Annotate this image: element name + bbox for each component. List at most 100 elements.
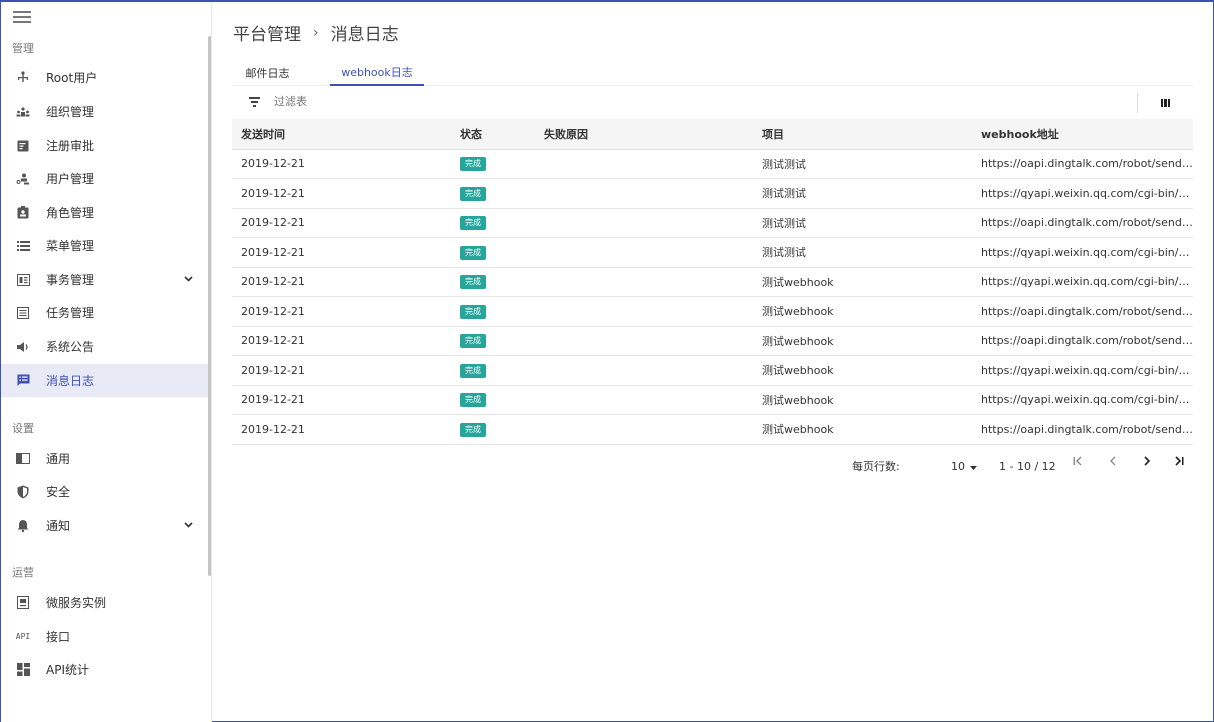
- first-page-icon[interactable]: [1072, 455, 1084, 471]
- cell-failure-reason: [535, 414, 753, 445]
- cell-project: 测试webhook: [753, 267, 972, 297]
- column-settings-icon[interactable]: [1161, 99, 1170, 107]
- filter-input[interactable]: [274, 95, 474, 108]
- cell-project: 测试webhook: [753, 355, 972, 386]
- sidebar-item-general[interactable]: 通用: [1, 442, 208, 475]
- toolbar-divider: [1137, 93, 1138, 113]
- table-row[interactable]: 2019-12-21 完成 测试测试 https://oapi.dingtalk.co…: [232, 208, 1193, 238]
- next-page-icon[interactable]: [1141, 455, 1153, 471]
- filter-icon[interactable]: [248, 97, 260, 109]
- bell-icon: [15, 518, 31, 534]
- sidebar-item-system-announcement[interactable]: 系统公告: [1, 330, 208, 363]
- cell-status: 完成: [451, 208, 535, 238]
- status-badge: 完成: [460, 275, 486, 290]
- cell-project: 测试测试: [753, 149, 972, 179]
- sidebar-item-registration-approval[interactable]: 注册审批: [1, 129, 208, 162]
- cell-failure-reason: [535, 267, 753, 297]
- cell-webhook-url: https://qyapi.weixin.qq.com/cgi-bin/we..…: [972, 385, 1193, 415]
- status-badge: 完成: [460, 304, 486, 319]
- table-row[interactable]: 2019-12-21 完成 测试webhook https://oapi.dingta…: [232, 326, 1193, 356]
- sidebar-item-transaction-management[interactable]: 事务管理: [1, 263, 208, 296]
- sidebar-item-message-log[interactable]: 消息日志: [1, 364, 208, 397]
- sidebar-item-user-management[interactable]: 用户管理: [1, 162, 208, 195]
- tab-email-log[interactable]: 邮件日志: [232, 60, 303, 86]
- sidebar-item-root-user[interactable]: Root用户: [1, 61, 208, 94]
- breadcrumb-parent[interactable]: 平台管理: [233, 20, 301, 45]
- table-row[interactable]: 2019-12-21 完成 测试webhook https://qyapi.weixi…: [232, 267, 1193, 297]
- sidebar-item-label: 微服务实例: [46, 596, 107, 610]
- cell-send-time: 2019-12-21: [232, 385, 451, 415]
- cell-webhook-url: https://qyapi.weixin.qq.com/cgi-bin/we..…: [972, 178, 1193, 209]
- cell-failure-reason: [535, 237, 753, 268]
- cell-project: 测试webhook: [753, 385, 972, 415]
- status-badge: 完成: [460, 245, 486, 260]
- cell-status: 完成: [451, 237, 535, 268]
- table-row[interactable]: 2019-12-21 完成 测试测试 https://qyapi.weixin.qq.…: [232, 178, 1193, 209]
- cell-status: 完成: [451, 149, 535, 179]
- chevron-down-icon[interactable]: [184, 520, 193, 531]
- cell-status: 完成: [451, 355, 535, 386]
- table-row[interactable]: 2019-12-21 完成 测试测试 https://oapi.dingtalk.co…: [232, 149, 1193, 179]
- cell-failure-reason: [535, 326, 753, 356]
- sidebar-item-label: 角色管理: [46, 206, 95, 220]
- column-header-send-time[interactable]: 发送时间: [232, 119, 451, 150]
- rows-per-page-select[interactable]: 10: [951, 458, 977, 474]
- sidebar-scrollbar[interactable]: [208, 36, 211, 576]
- table-row[interactable]: 2019-12-21 完成 测试webhook https://qyapi.weixi…: [232, 385, 1193, 415]
- menu-list-icon: [15, 238, 31, 254]
- last-page-icon[interactable]: [1173, 455, 1185, 471]
- cell-webhook-url: https://qyapi.weixin.qq.com/cgi-bin/we..…: [972, 267, 1193, 297]
- cell-webhook-url: https://oapi.dingtalk.com/robot/send?a..…: [972, 149, 1193, 179]
- cell-send-time: 2019-12-21: [232, 149, 451, 179]
- cell-send-time: 2019-12-21: [232, 208, 451, 238]
- sidebar-item-security[interactable]: 安全: [1, 475, 208, 508]
- table-row[interactable]: 2019-12-21 完成 测试webhook https://oapi.dingta…: [232, 296, 1193, 327]
- sidebar-item-notification[interactable]: 通知: [1, 509, 208, 542]
- microservice-icon: [15, 595, 31, 611]
- sidebar-item-role-management[interactable]: 角色管理: [1, 196, 208, 229]
- cell-send-time: 2019-12-21: [232, 326, 451, 356]
- sidebar-item-label: 菜单管理: [46, 239, 95, 253]
- cell-webhook-url: https://qyapi.weixin.qq.com/cgi-bin/we..…: [972, 237, 1193, 268]
- sidebar-item-task-management[interactable]: 任务管理: [1, 296, 208, 329]
- message-log-icon: [15, 373, 31, 389]
- sidebar-item-api[interactable]: API 接口: [1, 620, 208, 653]
- cell-failure-reason: [535, 296, 753, 327]
- table-row[interactable]: 2019-12-21 完成 测试测试 https://qyapi.weixin.qq.…: [232, 237, 1193, 268]
- sidebar-item-menu-management[interactable]: 菜单管理: [1, 229, 208, 262]
- shield-icon: [15, 484, 31, 500]
- table-row[interactable]: 2019-12-21 完成 测试webhook https://qyapi.weixi…: [232, 355, 1193, 386]
- column-header-project[interactable]: 项目: [753, 119, 972, 150]
- sidebar-item-api-statistics[interactable]: API统计: [1, 653, 208, 686]
- cell-webhook-url: https://oapi.dingtalk.com/robot/send?a..…: [972, 208, 1193, 238]
- megaphone-icon: [15, 339, 31, 355]
- chevron-down-icon[interactable]: [184, 274, 193, 285]
- table-body: 2019-12-21 完成 测试测试 https://oapi.dingtalk.co…: [232, 149, 1193, 445]
- column-header-webhook-url[interactable]: webhook地址: [972, 119, 1193, 150]
- column-header-failure-reason[interactable]: 失败原因: [535, 119, 753, 150]
- tab-bar: 邮件日志 webhook日志: [232, 60, 1193, 86]
- transaction-icon: [15, 272, 31, 288]
- table-row[interactable]: 2019-12-21 完成 测试webhook https://oapi.dingta…: [232, 414, 1193, 445]
- webhook-log-table: 发送时间 状态 失败原因 项目 webhook地址 2019-12-21 完成 测试…: [232, 119, 1193, 445]
- hamburger-menu-icon[interactable]: [13, 11, 31, 25]
- breadcrumb-separator: ›: [313, 24, 319, 41]
- sidebar-item-label: 事务管理: [46, 273, 95, 287]
- column-header-status[interactable]: 状态: [451, 119, 535, 150]
- rows-per-page-label: 每页行数:: [852, 460, 900, 473]
- sidebar-item-microservice-instance[interactable]: 微服务实例: [1, 586, 208, 619]
- organization-icon: [15, 104, 31, 120]
- sidebar-item-organization[interactable]: 组织管理: [1, 95, 208, 128]
- task-icon: [15, 305, 31, 321]
- previous-page-icon[interactable]: [1107, 455, 1119, 471]
- tab-webhook-log[interactable]: webhook日志: [330, 60, 424, 86]
- sidebar-item-label: 组织管理: [46, 105, 95, 119]
- cell-status: 完成: [451, 267, 535, 297]
- cell-webhook-url: https://oapi.dingtalk.com/robot/send?a..…: [972, 326, 1193, 356]
- cell-project: 测试webhook: [753, 296, 972, 327]
- cell-send-time: 2019-12-21: [232, 267, 451, 297]
- cell-status: 完成: [451, 296, 535, 327]
- cell-project: 测试webhook: [753, 326, 972, 356]
- section-label-settings: 设置: [12, 422, 34, 435]
- sidebar-item-label: 安全: [46, 485, 71, 499]
